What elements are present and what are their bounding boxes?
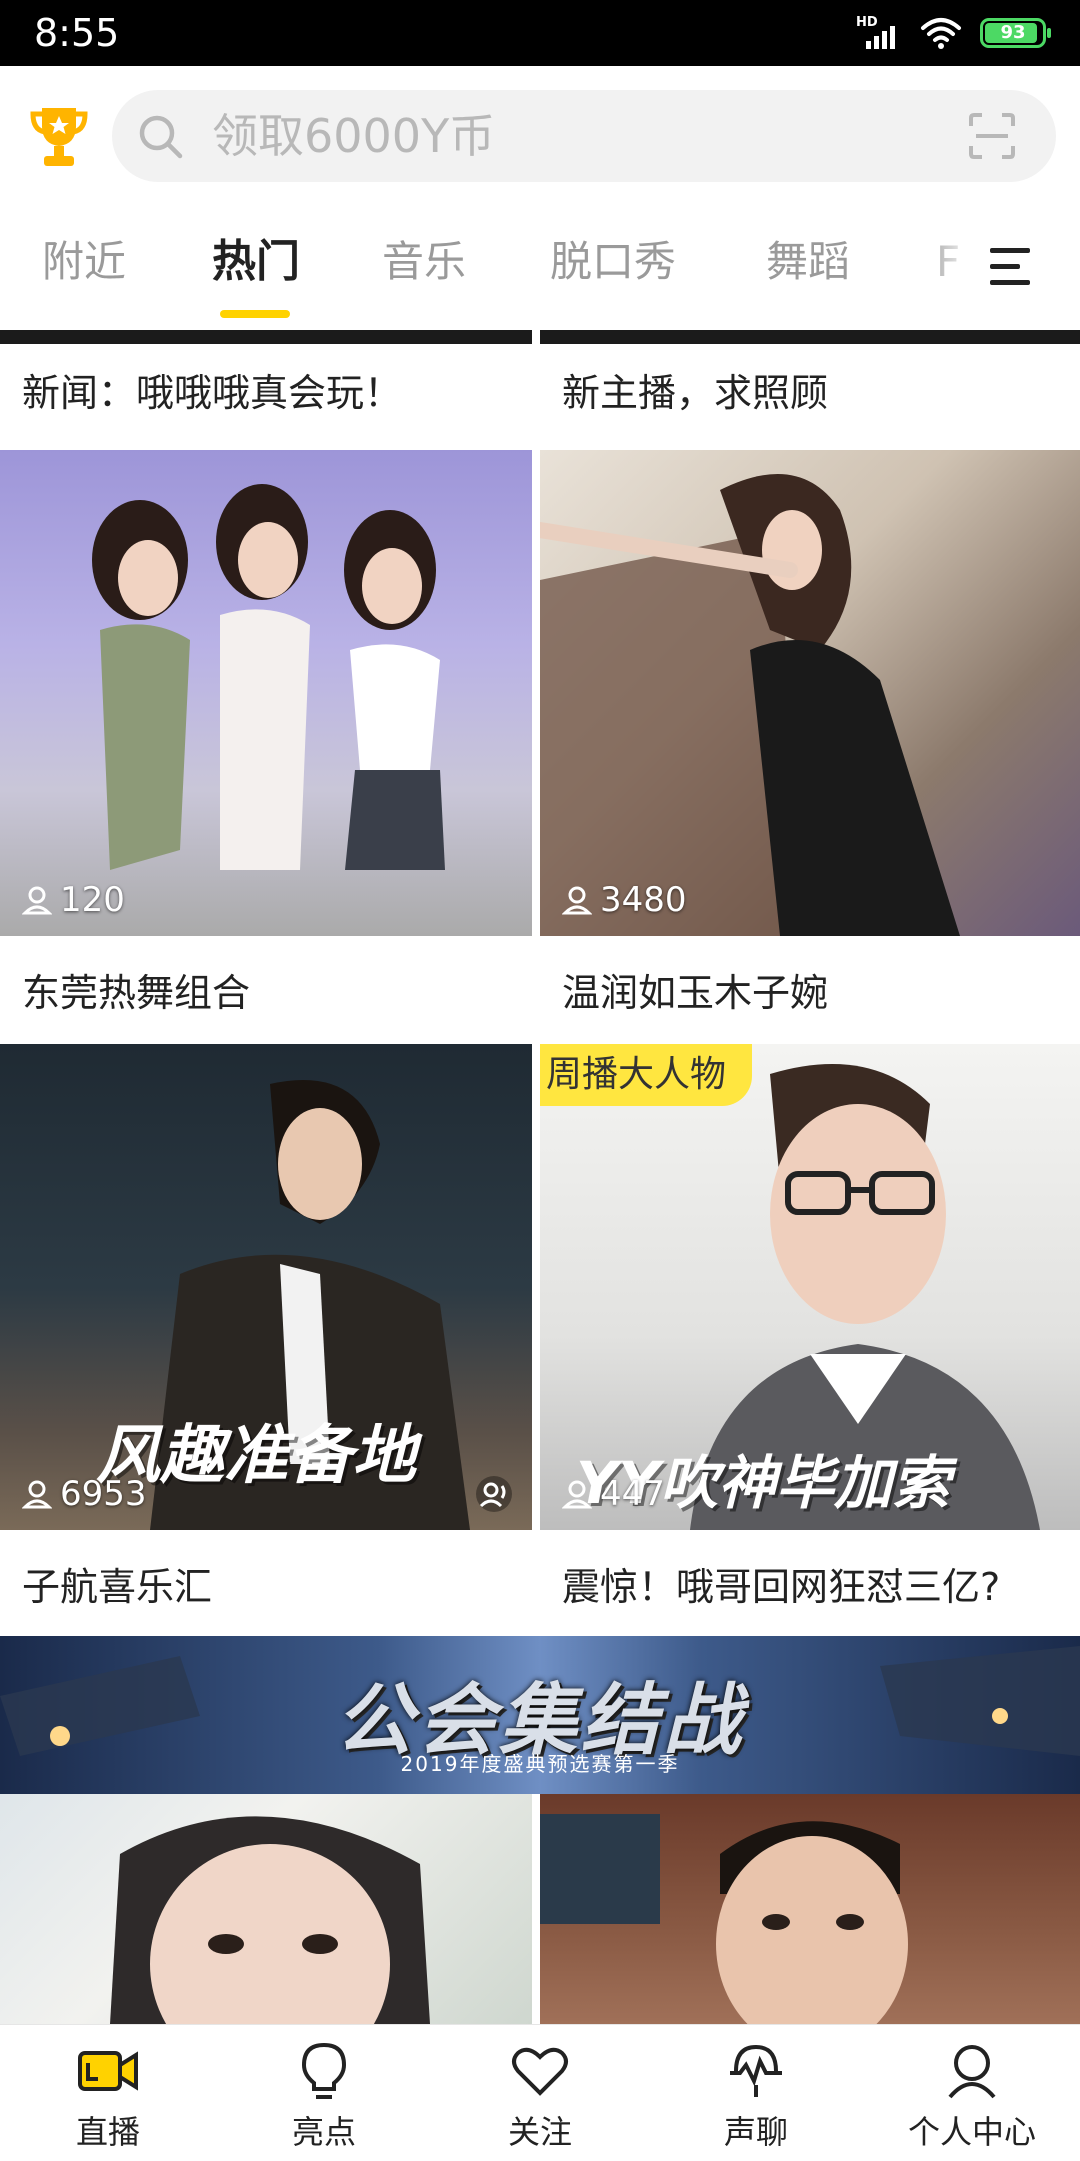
viewer-count: 447 xyxy=(562,1474,665,1514)
card-thumbnail xyxy=(540,1794,1080,2024)
voice-chat-icon xyxy=(730,2044,782,2097)
nav-highlights[interactable]: 亮点 xyxy=(216,2025,432,2161)
viewer-icon xyxy=(562,886,592,915)
profile-icon xyxy=(948,2045,996,2099)
card-title[interactable]: 震惊！哦哥回网狂怼三亿? xyxy=(562,1564,1000,1610)
viewer-count-value: 3480 xyxy=(600,880,687,920)
tab-dance[interactable]: 舞蹈 xyxy=(766,236,850,288)
card-title[interactable]: 温润如玉木子婉 xyxy=(562,970,828,1016)
battery-icon: 93 xyxy=(980,18,1051,48)
card-thumbnail xyxy=(540,450,1080,936)
card-thumbnail-partial[interactable] xyxy=(0,330,532,344)
scan-icon[interactable] xyxy=(968,112,1016,160)
card-title[interactable]: 新主播，求照顾 xyxy=(562,370,828,416)
battery-level: 93 xyxy=(1000,22,1026,43)
card-thumbnail: YY吹神毕加索 xyxy=(540,1044,1080,1530)
viewer-count-value: 447 xyxy=(600,1474,665,1514)
viewer-count-value: 6953 xyxy=(60,1474,147,1514)
tab-talk-show[interactable]: 脱口秀 xyxy=(550,236,676,288)
nav-follow[interactable]: 关注 xyxy=(432,2025,648,2161)
live-card[interactable]: YY吹神毕加索 周播大人物 447 xyxy=(540,1044,1080,1530)
card-thumbnail xyxy=(0,1794,532,2024)
nav-label: 亮点 xyxy=(291,2113,356,2151)
viewer-icon xyxy=(22,1480,52,1509)
signal-icon: HD xyxy=(856,15,902,51)
live-card[interactable] xyxy=(0,1794,532,2024)
tab-fade xyxy=(920,206,1000,326)
wifi-icon xyxy=(921,18,961,49)
status-icons: HD 93 xyxy=(856,14,1051,52)
bottom-navigation: 直播 亮点 关注 声聊 个人中心 xyxy=(0,2024,1080,2160)
nav-label: 声聊 xyxy=(723,2113,788,2151)
banner-subtitle: 2019年度盛典预选赛第一季 xyxy=(400,1752,680,1776)
card-title[interactable]: 新闻：哦哦哦真会玩！ xyxy=(22,370,402,416)
trophy-icon[interactable] xyxy=(30,104,88,170)
tab-hot[interactable]: 热门 xyxy=(212,236,300,288)
nav-label: 关注 xyxy=(507,2113,572,2151)
viewer-count: 120 xyxy=(22,880,125,920)
live-card[interactable]: 120 xyxy=(0,450,532,936)
viewer-count: 6953 xyxy=(22,1474,147,1514)
nav-label: 个人中心 xyxy=(907,2113,1036,2151)
category-tabs: 附近 热门 音乐 脱口秀 舞蹈 F xyxy=(0,206,1080,330)
live-camera-icon xyxy=(78,2051,138,2091)
live-card[interactable]: 风趣准备地 6953 xyxy=(0,1044,532,1530)
live-card[interactable]: 3480 xyxy=(540,450,1080,936)
card-title[interactable]: 子航喜乐汇 xyxy=(22,1564,212,1610)
search-placeholder: 领取6000Y币 xyxy=(212,109,496,163)
active-tab-indicator xyxy=(220,310,290,318)
nav-live[interactable]: 直播 xyxy=(0,2025,216,2161)
card-thumbnail xyxy=(0,450,532,936)
card-title[interactable]: 东莞热舞组合 xyxy=(22,970,250,1016)
tab-music[interactable]: 音乐 xyxy=(382,236,466,288)
card-thumbnail-partial[interactable] xyxy=(540,330,1080,344)
status-bar: 8:55 HD 93 xyxy=(0,0,1080,66)
search-icon xyxy=(139,115,183,159)
viewer-count-value: 120 xyxy=(60,880,125,920)
live-card[interactable] xyxy=(540,1794,1080,2024)
status-time: 8:55 xyxy=(34,11,120,55)
nav-profile[interactable]: 个人中心 xyxy=(864,2025,1080,2161)
viewer-icon xyxy=(562,1480,592,1509)
search-header: 领取6000Y币 xyxy=(0,66,1080,206)
viewer-icon xyxy=(22,886,52,915)
menu-icon[interactable] xyxy=(990,244,1038,288)
promo-tag: 周播大人物 xyxy=(540,1044,753,1106)
voice-link-icon xyxy=(476,1476,512,1512)
nav-label: 直播 xyxy=(75,2113,140,2151)
viewer-count: 3480 xyxy=(562,880,687,920)
heart-icon xyxy=(512,2047,568,2096)
nav-voice-chat[interactable]: 声聊 xyxy=(648,2025,864,2161)
lightbulb-icon xyxy=(301,2042,347,2099)
search-input[interactable]: 领取6000Y币 xyxy=(112,90,1056,182)
card-thumbnail: 风趣准备地 xyxy=(0,1044,532,1530)
tab-nearby[interactable]: 附近 xyxy=(42,236,126,288)
event-banner[interactable]: 公会集结战 2019年度盛典预选赛第一季 xyxy=(0,1636,1080,1794)
